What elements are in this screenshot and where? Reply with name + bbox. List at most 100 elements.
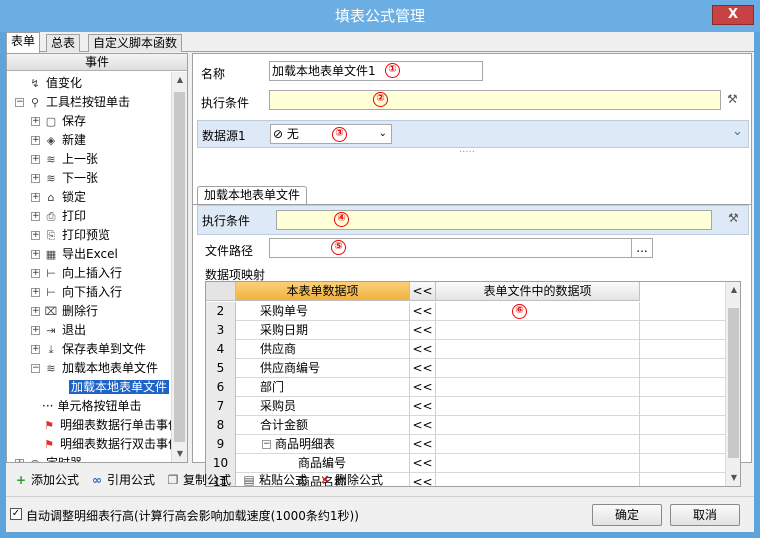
mapping-arrow[interactable]: << xyxy=(410,302,436,321)
reference-formula-button[interactable]: ∞ 引用公式 xyxy=(90,472,155,488)
splitter-grip-icon[interactable]: ····· xyxy=(459,147,475,158)
tree-node[interactable]: + ⇥ 退出 xyxy=(31,321,86,340)
file-item-cell[interactable] xyxy=(436,359,640,378)
grid-row[interactable]: 5 供应商编号 << xyxy=(206,359,726,378)
collapse-icon[interactable]: − xyxy=(31,364,40,373)
grid-row[interactable]: 7 采购员 << xyxy=(206,397,726,416)
expand-icon[interactable]: + xyxy=(31,155,40,164)
form-item-cell[interactable]: 采购日期 xyxy=(236,321,410,340)
grid-scroll-thumb[interactable] xyxy=(728,308,739,458)
expand-icon[interactable]: + xyxy=(31,136,40,145)
tree-node[interactable]: + ▢ 保存 xyxy=(31,112,86,131)
condition-input[interactable] xyxy=(269,90,721,110)
auto-height-checkbox[interactable]: ✓ xyxy=(10,508,22,520)
tree-node[interactable]: ⚑ 明细表数据行双击事件 xyxy=(29,435,172,454)
tree-node[interactable]: ↯ 值变化 xyxy=(15,74,82,93)
file-item-cell[interactable] xyxy=(436,340,640,359)
tree-node[interactable]: + ⎘ 打印预览 xyxy=(31,226,110,245)
form-item-cell[interactable]: 合计金额 xyxy=(236,416,410,435)
expand-icon[interactable]: + xyxy=(31,326,40,335)
expand-icon[interactable]: + xyxy=(31,269,40,278)
tree-scrollbar[interactable]: ▲ ▼ xyxy=(171,72,187,462)
grid-row[interactable]: 8 合计金额 << xyxy=(206,416,726,435)
grid-header-arrow[interactable]: << xyxy=(410,282,436,301)
path-input[interactable] xyxy=(269,238,653,258)
mapping-arrow[interactable]: << xyxy=(410,397,436,416)
paste-formula-button[interactable]: ▤ 粘贴公式 xyxy=(242,472,307,488)
mapping-arrow[interactable]: << xyxy=(410,416,436,435)
file-item-cell[interactable] xyxy=(436,435,640,454)
expand-icon[interactable]: + xyxy=(31,345,40,354)
scroll-thumb[interactable] xyxy=(174,92,185,442)
browse-button[interactable]: ... xyxy=(631,238,653,258)
expand-icon[interactable]: + xyxy=(31,117,40,126)
file-item-cell[interactable] xyxy=(436,378,640,397)
grid-header-file-item[interactable]: 表单文件中的数据项 xyxy=(436,282,640,301)
scroll-down-icon[interactable]: ▼ xyxy=(172,446,188,462)
grid-row[interactable]: 4 供应商 << xyxy=(206,340,726,359)
collapse-chevron-icon[interactable]: ⌄ xyxy=(732,124,743,139)
form-item-cell[interactable]: 采购单号 xyxy=(236,302,410,321)
form-item-cell[interactable]: 部门 xyxy=(236,378,410,397)
expand-icon[interactable]: + xyxy=(31,174,40,183)
cancel-button[interactable]: 取消 xyxy=(670,504,740,526)
collapse-icon[interactable]: − xyxy=(15,98,24,107)
grid-row[interactable]: 6 部门 << xyxy=(206,378,726,397)
form-item-cell[interactable]: 采购员 xyxy=(236,397,410,416)
tree-node[interactable]: + ⌂ 锁定 xyxy=(31,188,86,207)
file-item-cell[interactable] xyxy=(436,416,640,435)
form-item-cell[interactable]: − 商品明细表 xyxy=(236,435,410,454)
tree-node[interactable]: − ⚲ 工具栏按钮单击 xyxy=(15,93,130,112)
ok-button[interactable]: 确定 xyxy=(592,504,662,526)
mapping-arrow[interactable]: << xyxy=(410,359,436,378)
tree-node[interactable]: ⚑ 明细表数据行单击事件 xyxy=(29,416,172,435)
datasource-select[interactable]: ⊘ 无 ⌄ xyxy=(270,124,392,144)
grid-row[interactable]: 9− 商品明细表 << xyxy=(206,435,726,454)
mapping-arrow[interactable]: << xyxy=(410,435,436,454)
collapse-icon[interactable]: − xyxy=(262,440,271,449)
subtab-load-file[interactable]: 加载本地表单文件 xyxy=(197,186,308,205)
scroll-up-icon[interactable]: ▲ xyxy=(172,72,188,88)
grid-header-form-item[interactable]: 本表单数据项 xyxy=(236,282,410,301)
close-button[interactable]: X xyxy=(712,5,754,25)
formula-wand2-icon[interactable]: ⚒ xyxy=(728,211,739,225)
tree-node[interactable]: ··· 单元格按钮单击 xyxy=(29,397,141,416)
tree-node[interactable]: + ≋ 下一张 xyxy=(31,169,98,188)
grid-row[interactable]: 2 采购单号 << xyxy=(206,302,726,321)
formula-wand-icon[interactable]: ⚒ xyxy=(727,92,738,106)
grid-row[interactable]: 3 采购日期 << xyxy=(206,321,726,340)
tree-node[interactable]: + ⎙ 打印 xyxy=(31,207,86,226)
tree-node[interactable]: + ⌧ 删除行 xyxy=(31,302,98,321)
tab-form[interactable]: 表单 xyxy=(6,32,41,53)
form-item-cell[interactable]: 供应商 xyxy=(236,340,410,359)
file-item-cell[interactable] xyxy=(436,321,640,340)
mapping-arrow[interactable]: << xyxy=(410,378,436,397)
mapping-arrow[interactable]: << xyxy=(410,321,436,340)
tree-node[interactable]: + ◷ 定时器 xyxy=(15,454,82,462)
file-item-cell[interactable] xyxy=(436,302,640,321)
expand-icon[interactable]: + xyxy=(31,307,40,316)
tree-node[interactable]: 加载本地表单文件 xyxy=(69,378,170,397)
tree-node[interactable]: + ⤓ 保存表单到文件 xyxy=(31,340,146,359)
grid-scrollbar[interactable]: ▲ ▼ xyxy=(725,282,740,486)
add-formula-button[interactable]: + 添加公式 xyxy=(14,472,79,488)
tree-node[interactable]: + ≋ 上一张 xyxy=(31,150,98,169)
tree-node[interactable]: + ⊢ 向上插入行 xyxy=(31,264,122,283)
expand-icon[interactable]: + xyxy=(31,288,40,297)
grid-scroll-up-icon[interactable]: ▲ xyxy=(726,282,740,298)
delete-formula-button[interactable]: ✕ 删除公式 xyxy=(318,472,383,488)
tree-node[interactable]: + ⊢ 向下插入行 xyxy=(31,283,122,302)
expand-icon[interactable]: + xyxy=(15,459,24,462)
expand-icon[interactable]: + xyxy=(31,250,40,259)
expand-icon[interactable]: + xyxy=(31,212,40,221)
name-input[interactable]: 加载本地表单文件1 xyxy=(269,61,483,81)
tab-custom-script[interactable]: 自定义脚本函数 xyxy=(88,34,183,52)
file-item-cell[interactable] xyxy=(436,397,640,416)
tree-node[interactable]: − ≋ 加载本地表单文件 xyxy=(31,359,158,378)
copy-formula-button[interactable]: ❐ 复制公式 xyxy=(166,472,231,488)
tree-node[interactable]: + ◈ 新建 xyxy=(31,131,86,150)
expand-icon[interactable]: + xyxy=(31,193,40,202)
mapping-arrow[interactable]: << xyxy=(410,340,436,359)
tab-summary[interactable]: 总表 xyxy=(46,34,81,52)
tree-node[interactable]: + ▦ 导出Excel xyxy=(31,245,118,264)
